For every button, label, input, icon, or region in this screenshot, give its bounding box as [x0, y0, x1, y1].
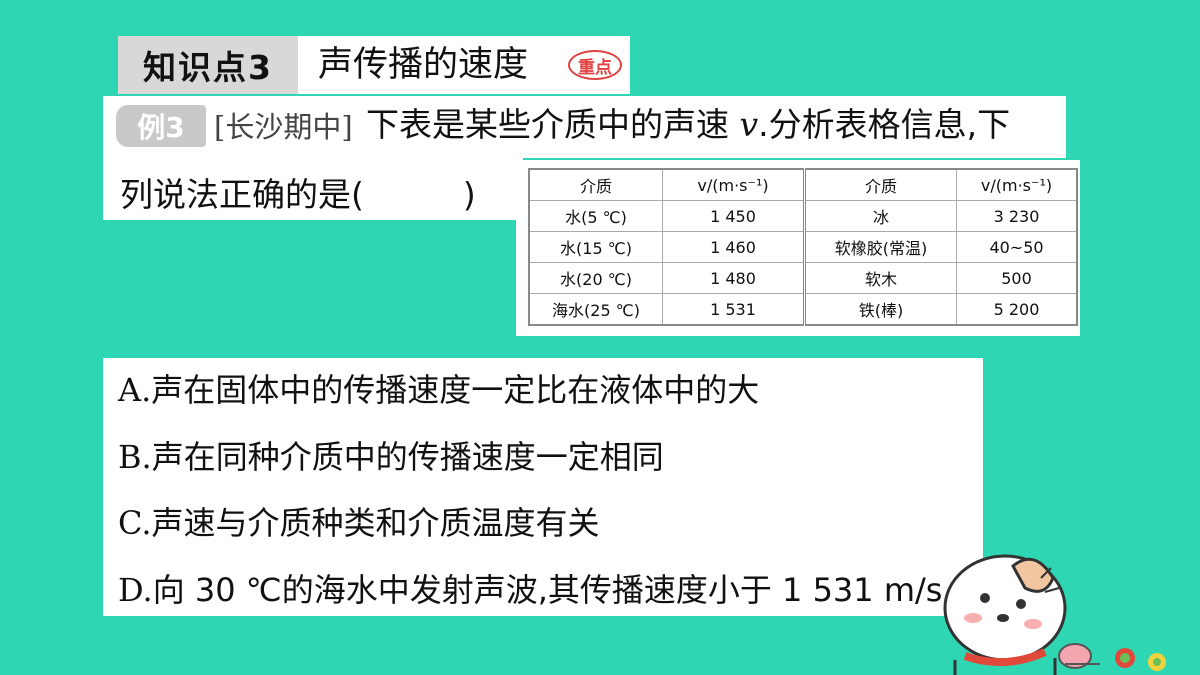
table-row: 海水(25 ℃) 1 531 铁(棒) 5 200 — [528, 293, 1078, 326]
table-cell: 铁(棒) — [803, 293, 957, 326]
knowledge-point-title: 声传播的速度 — [318, 45, 529, 85]
table-header: 介质 — [803, 168, 957, 201]
table-cell: 5 200 — [956, 293, 1078, 326]
option-c[interactable]: C.声速与介质种类和介质温度有关 — [118, 501, 600, 545]
sound-speed-table-panel: 介质 v/(m·s⁻¹) 介质 v/(m·s⁻¹) 水(5 ℃) 1 450 冰… — [516, 160, 1080, 336]
table-row: 水(15 ℃) 1 460 软橡胶(常温) 40~50 — [528, 231, 1078, 263]
table-header: 介质 — [528, 168, 663, 201]
table-cell: 冰 — [803, 200, 957, 232]
table-cell: 水(5 ℃) — [528, 200, 663, 232]
table-cell: 海水(25 ℃) — [528, 293, 663, 326]
table-cell: 3 230 — [956, 200, 1078, 232]
table-header: v/(m·s⁻¹) — [956, 168, 1078, 201]
table-header: v/(m·s⁻¹) — [662, 168, 805, 201]
question-stem-line1: 下表是某些介质中的声速 v.分析表格信息,下 — [366, 105, 1011, 144]
table-cell: 软橡胶(常温) — [803, 231, 957, 263]
table-cell: 软木 — [803, 262, 957, 294]
table-cell: 水(20 ℃) — [528, 262, 663, 294]
table-cell: 1 450 — [662, 200, 805, 232]
knowledge-point-tag: 知识点3 — [118, 36, 298, 94]
question-source: [长沙期中] — [214, 110, 353, 144]
table-cell: 40~50 — [956, 231, 1078, 263]
example-badge: 例3 — [116, 105, 206, 147]
question-stem-line2: 列说法正确的是( ) — [120, 175, 476, 214]
velocity-variable: v — [739, 105, 759, 144]
option-b[interactable]: B.声在同种介质中的传播速度一定相同 — [118, 435, 664, 479]
table-header-row: 介质 v/(m·s⁻¹) 介质 v/(m·s⁻¹) — [528, 168, 1078, 201]
table-row: 水(20 ℃) 1 480 软木 500 — [528, 262, 1078, 294]
option-d[interactable]: D.向 30 ℃的海水中发射声波,其传播速度小于 1 531 m/s — [118, 568, 942, 612]
table-row: 水(5 ℃) 1 450 冰 3 230 — [528, 200, 1078, 232]
table-cell: 500 — [956, 262, 1078, 294]
key-point-stamp: 重点 — [568, 50, 622, 80]
puppy-mascot-illustration — [943, 554, 1166, 675]
table-cell: 水(15 ℃) — [528, 231, 663, 263]
option-a[interactable]: A.声在固体中的传播速度一定比在液体中的大 — [118, 368, 759, 412]
table-cell: 1 531 — [662, 293, 805, 326]
table-cell: 1 480 — [662, 262, 805, 294]
table-cell: 1 460 — [662, 231, 805, 263]
sound-speed-table: 介质 v/(m·s⁻¹) 介质 v/(m·s⁻¹) 水(5 ℃) 1 450 冰… — [528, 168, 1078, 326]
